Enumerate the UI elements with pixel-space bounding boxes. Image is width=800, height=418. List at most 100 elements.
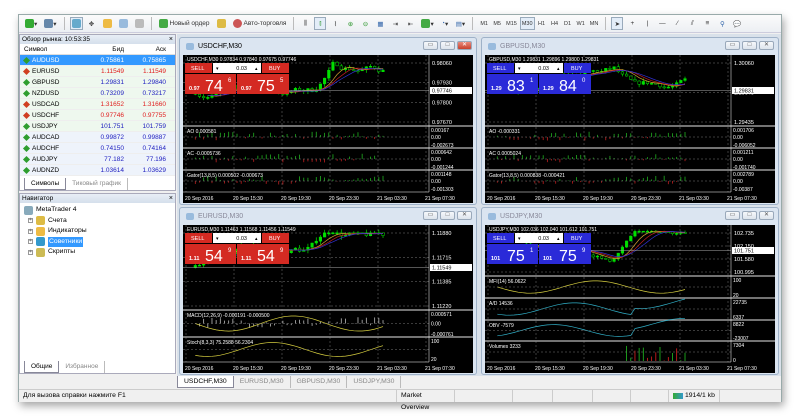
channel-button[interactable]: ⫽	[686, 17, 698, 30]
tab-favorites[interactable]: Избранное	[59, 361, 106, 373]
close-button[interactable]: ✕	[759, 41, 774, 50]
timeframe-h4[interactable]: H4	[549, 17, 561, 30]
market-watch-row[interactable]: USDCAD 1.31652 1.31660	[20, 99, 175, 110]
zoom-in-button[interactable]: ⊕	[344, 17, 356, 30]
tester-button[interactable]	[133, 17, 146, 30]
timeframe-w1[interactable]: W1	[575, 17, 587, 30]
market-watch-row[interactable]: AUDJPY 77.182 77.196	[20, 154, 175, 165]
tree-root-label: MetaTrader 4	[36, 206, 77, 213]
line-chart-button[interactable]: ⌇	[329, 17, 341, 30]
timeframe-h1[interactable]: H1	[536, 17, 548, 30]
chart-shift-button[interactable]: ⇤	[404, 17, 416, 30]
chat-button[interactable]: 💬	[731, 17, 743, 30]
timeframe-d1[interactable]: D1	[562, 17, 574, 30]
expand-icon[interactable]: +	[28, 228, 33, 234]
expand-icon[interactable]: +	[28, 249, 33, 255]
templates-button[interactable]: ▤ ▾	[454, 17, 467, 30]
market-watch-row[interactable]: AUDUSD 0.75861 0.75865	[20, 55, 175, 66]
market-watch-row[interactable]: USDCHF 0.97746 0.97755	[20, 110, 175, 121]
candlestick-button[interactable]: ⫾	[314, 17, 327, 30]
horizontal-line-button[interactable]: —	[656, 17, 668, 30]
market-watch-row[interactable]: USDJPY 101.751 101.759	[20, 121, 175, 132]
timeframe-m1[interactable]: M1	[478, 17, 490, 30]
chart-window-gbpusd[interactable]: GBPUSD,M30 ▭□✕ 1.300601.296451.294351.29…	[481, 37, 779, 205]
chart-tab[interactable]: EURUSD,M30	[234, 376, 291, 388]
candle	[645, 230, 650, 233]
price-chart[interactable]: 1.300601.296451.294351.29831GBPUSD,M30 1…	[485, 55, 775, 203]
market-watch-row[interactable]: EURUSD 1.11549 1.11549	[20, 66, 175, 77]
minimize-button[interactable]: ▭	[423, 211, 438, 220]
expand-icon[interactable]: +	[28, 218, 33, 224]
navigator-button[interactable]	[101, 17, 114, 30]
column-bid[interactable]: Бид	[86, 44, 124, 54]
close-button[interactable]: ✕	[457, 211, 472, 220]
market-watch-button[interactable]	[69, 17, 83, 30]
chart-window-eurusd[interactable]: EURUSD,M30 ▭ □ ✕ 1.11880 1.11715 1.11385 1.11…	[179, 207, 477, 375]
new-chart-button[interactable]: ▾	[23, 17, 39, 30]
tab-symbols[interactable]: Символы	[24, 178, 67, 190]
zoom-out-button[interactable]: ⊖	[359, 17, 371, 30]
market-watch-row[interactable]: GBPUSD 1.29831 1.29840	[20, 77, 175, 88]
tab-common[interactable]: Общие	[24, 361, 60, 373]
tile-windows-button[interactable]: ▦	[374, 17, 386, 30]
market-watch-row[interactable]: AUDCHF 0.74150 0.74164	[20, 143, 175, 154]
metaeditor-button[interactable]	[215, 17, 228, 30]
bar-chart-button[interactable]: ⫼	[299, 17, 311, 30]
fibonacci-button[interactable]: ≡	[701, 17, 713, 30]
autoscroll-button[interactable]: ⇥	[389, 17, 401, 30]
auto-trading-button[interactable]: Авто-торговля	[231, 17, 289, 30]
expand-icon[interactable]: +	[28, 239, 33, 245]
data-window-button[interactable]: ✥	[86, 17, 98, 30]
maximize-button[interactable]: □	[742, 41, 757, 50]
minimize-button[interactable]: ▭	[725, 211, 740, 220]
chart-tab[interactable]: USDJPY,M30	[347, 376, 402, 388]
close-icon[interactable]: ×	[169, 194, 173, 203]
crosshair-button[interactable]: +	[626, 17, 638, 30]
periods-button[interactable]: ◔ ▾	[439, 17, 451, 30]
close-button[interactable]: ✕	[759, 211, 774, 220]
price-chart[interactable]: 1.11880 1.11715 1.11385 1.11220 1.11549 EURUS…	[183, 225, 473, 373]
price-chart[interactable]: 102.735102.150101.580100.995101.751USDJP…	[485, 225, 775, 373]
price-chart[interactable]: 0.98060 0.97930 0.97800 0.97670 0.97746 USDCH…	[183, 55, 473, 203]
maximize-button[interactable]: □	[742, 211, 757, 220]
indicator-line	[497, 317, 686, 337]
trendline-button[interactable]: ⁄	[671, 17, 683, 30]
profiles-button[interactable]: ▾	[42, 17, 58, 30]
market-watch-row[interactable]: NZDUSD 0.73209 0.73217	[20, 88, 175, 99]
indicators-button[interactable]: ▾	[419, 17, 435, 30]
status-connection[interactable]: 1914/1 kb	[669, 390, 720, 402]
time-label: 21 Sep 03:30	[377, 366, 407, 372]
minimize-button[interactable]: ▭	[423, 41, 438, 50]
chart-window-usdchf[interactable]: USDCHF,M30 ▭ □ ✕ 0.98060 0.97930 0.97800 0.97…	[179, 37, 477, 205]
minimize-button[interactable]: ▭	[725, 41, 740, 50]
market-watch-row[interactable]: AUDCAD 0.99872 0.99887	[20, 132, 175, 143]
zoom-in-icon: ⊕	[347, 20, 354, 28]
chart-tab[interactable]: USDCHF,M30	[177, 376, 234, 388]
symbol: GBPUSD	[32, 78, 60, 86]
tree-root[interactable]: MetaTrader 4	[24, 205, 175, 216]
tree-item[interactable]: + Счета	[28, 216, 175, 227]
text-button[interactable]: ⚲	[716, 17, 728, 30]
terminal-button[interactable]	[117, 17, 130, 30]
cursor-button[interactable]: ➤	[611, 17, 624, 30]
timeframe-mn[interactable]: MN	[588, 17, 601, 30]
tab-tick-chart[interactable]: Тиковый график	[66, 178, 128, 190]
market-watch-row[interactable]: AUDNZD 1.03614 1.03629	[20, 165, 175, 176]
close-icon[interactable]: ×	[169, 35, 173, 44]
candle	[323, 77, 327, 85]
tree-item[interactable]: + Индикаторы	[28, 226, 175, 237]
column-ask[interactable]: Аск	[124, 44, 166, 54]
new-order-button[interactable]: Новый ордер	[157, 17, 212, 30]
vertical-line-button[interactable]: |	[641, 17, 653, 30]
timeframe-m30[interactable]: M30	[519, 17, 535, 30]
timeframe-m5[interactable]: M5	[491, 17, 503, 30]
chart-window-usdjpy[interactable]: USDJPY,M30 ▭□✕ 102.735102.150101.580100.…	[481, 207, 779, 375]
tree-item[interactable]: + Советники	[28, 236, 175, 247]
maximize-button[interactable]: □	[440, 211, 455, 220]
chart-tab[interactable]: GBPUSD,M30	[291, 376, 348, 388]
timeframe-m15[interactable]: M15	[504, 17, 519, 30]
tree-item[interactable]: + Скрипты	[28, 247, 175, 258]
maximize-button[interactable]: □	[440, 41, 455, 50]
column-symbol[interactable]: Символ	[20, 44, 86, 54]
close-button[interactable]: ✕	[457, 41, 472, 50]
